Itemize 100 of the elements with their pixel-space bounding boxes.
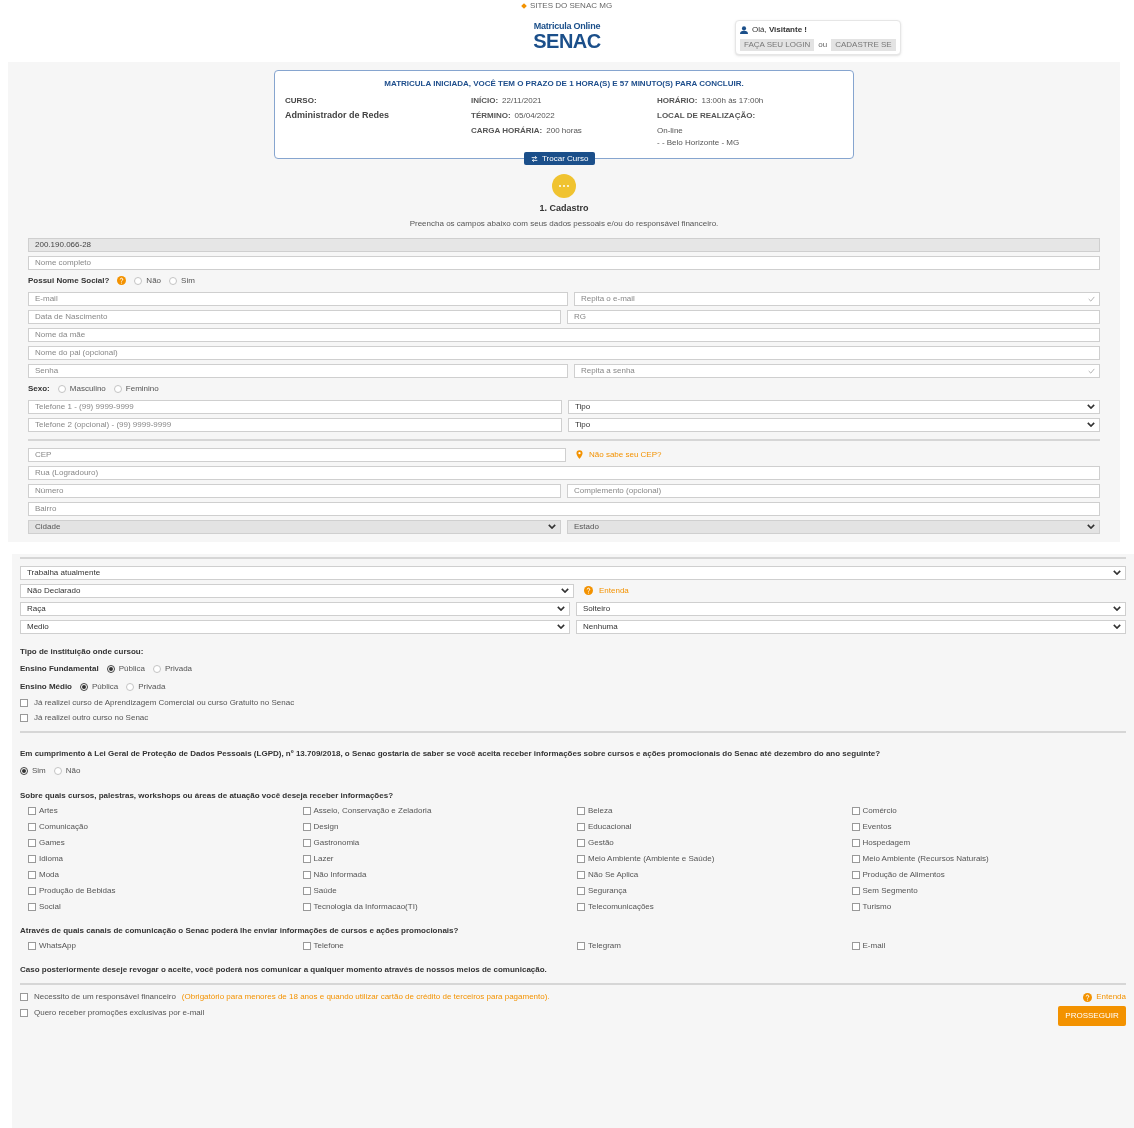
checkbox[interactable] <box>302 942 311 950</box>
checkbox[interactable] <box>20 699 28 707</box>
checkbox[interactable] <box>577 839 585 847</box>
select-field[interactable]: Nenhuma <box>576 619 1126 634</box>
checkbox[interactable] <box>302 887 311 895</box>
radio-button[interactable] <box>80 682 88 691</box>
text-field[interactable]: Nome da mãe <box>28 327 1100 342</box>
checkbox[interactable] <box>851 871 860 879</box>
checkbox-label: Não Informada <box>313 869 367 881</box>
checkbox[interactable] <box>20 993 28 1001</box>
checkbox[interactable] <box>851 807 860 815</box>
checkbox[interactable] <box>577 903 585 911</box>
checkbox-label: Telegram <box>588 940 621 952</box>
select-field[interactable]: Trabalha atualmente <box>20 565 1126 580</box>
chevron-icon <box>557 624 565 629</box>
checkbox[interactable] <box>577 871 585 879</box>
select-field[interactable]: Solteiro <box>576 601 1126 616</box>
checkbox[interactable] <box>851 942 860 950</box>
checkbox-label: Beleza <box>588 805 613 817</box>
select-field[interactable]: Raça <box>20 601 570 616</box>
checkbox-label: Saúde <box>313 885 337 897</box>
text-field[interactable]: Bairro <box>28 501 1100 516</box>
checkbox-label: Artes <box>39 805 58 817</box>
checkbox[interactable] <box>851 839 860 847</box>
step-icon <box>552 174 576 198</box>
text-field[interactable]: Complemento (opcional) <box>567 483 1100 498</box>
select-field[interactable]: Medio <box>20 619 570 634</box>
text-field[interactable]: Telefone 1 - (99) 9999-9999 <box>28 399 562 414</box>
text-field[interactable]: Rua (Logradouro) <box>28 465 1100 480</box>
checkbox-label: Gastronomia <box>313 837 360 849</box>
text-field[interactable]: Senha <box>28 363 568 378</box>
checkbox[interactable] <box>302 839 311 847</box>
checkbox-label: Comunicação <box>39 821 88 833</box>
login-button[interactable]: FAÇA SEU LOGIN <box>740 39 815 51</box>
register-button[interactable]: CADASTRE SE <box>831 39 896 51</box>
checkbox[interactable] <box>20 714 28 722</box>
question-text: Caso posteriormente deseje revogar o aceite, você poderá nos comunicar a qualquer momento através de nossos meios de comunicação. <box>20 963 548 976</box>
checkbox[interactable] <box>577 807 585 815</box>
checkbox[interactable] <box>577 942 585 950</box>
radio-label: Pública <box>118 662 145 675</box>
detail-label: LOCAL DE REALIZAÇÃO: <box>657 110 757 122</box>
greeting-text: Olá, Visitante ! <box>752 24 807 36</box>
checkbox[interactable] <box>302 855 311 863</box>
checkbox-label: Eventos <box>862 821 892 833</box>
swap-icon <box>531 155 538 162</box>
checkbox[interactable] <box>28 839 36 847</box>
checkbox[interactable] <box>302 903 311 911</box>
radio-label: Feminino <box>125 382 159 395</box>
checkbox-label: Turismo <box>862 901 892 913</box>
checkbox[interactable] <box>28 942 36 950</box>
checkbox[interactable] <box>577 887 585 895</box>
select-field[interactable]: Tipo <box>568 417 1100 432</box>
radio-label: Privada <box>138 680 166 693</box>
chevron-icon <box>1087 422 1095 427</box>
checkbox[interactable] <box>28 823 36 831</box>
checkbox[interactable] <box>851 903 860 911</box>
text-field[interactable]: Nome do pai (opcional) <box>28 345 1100 360</box>
text-field[interactable]: Repita a senha <box>574 363 1100 378</box>
detail-value: 13:00h às 17:00h <box>701 95 764 107</box>
checkbox[interactable] <box>28 855 36 863</box>
checkbox[interactable] <box>302 807 311 815</box>
checkbox[interactable] <box>28 903 36 911</box>
select-field[interactable]: Tipo <box>568 399 1100 414</box>
checkbox-label: Segurança <box>588 885 627 897</box>
checkbox-label: Telefone <box>313 940 344 952</box>
checkbox[interactable] <box>851 855 860 863</box>
course-label: CURSO: <box>285 95 318 107</box>
question-text: Através de quais canais de comunicação o Senac poderá lhe enviar informações de cursos e ações promocionais? <box>20 924 460 937</box>
checkbox-label: Gestão <box>588 837 614 849</box>
checkbox[interactable] <box>577 823 585 831</box>
checkbox[interactable] <box>28 871 36 879</box>
chevron-icon <box>1087 404 1095 409</box>
select-field[interactable]: Não Declarado <box>20 583 574 598</box>
checkmark-icon <box>1088 367 1095 374</box>
checkbox[interactable] <box>577 855 585 863</box>
question-text: Sobre quais cursos, palestras, workshops ou áreas de atuação você deseja receber informações? <box>20 789 395 802</box>
text-field[interactable]: Data de Nascimento <box>28 309 561 324</box>
checkbox-label: Design <box>313 821 339 833</box>
top-link[interactable]: SITES DO SENAC MG <box>529 0 613 12</box>
help-icon <box>584 586 593 595</box>
detail-label: HORÁRIO: <box>657 95 698 107</box>
text-field[interactable]: Telefone 2 (opcional) - (99) 9999-9999 <box>28 417 562 432</box>
text-field[interactable]: E-mail <box>28 291 568 306</box>
change-course-button[interactable]: Trocar Curso <box>524 152 596 165</box>
radio-button[interactable] <box>20 766 28 775</box>
checkbox[interactable] <box>20 1009 28 1017</box>
text-field[interactable]: Nome completo <box>28 255 1100 270</box>
checkbox[interactable] <box>851 823 860 831</box>
location-pin-icon <box>576 450 583 459</box>
radio-button[interactable] <box>106 664 115 673</box>
checkbox[interactable] <box>302 871 311 879</box>
checkbox[interactable] <box>28 887 36 895</box>
checkbox[interactable] <box>851 887 860 895</box>
checkbox[interactable] <box>28 807 36 815</box>
text-field[interactable]: Repita o e-mail <box>574 291 1100 306</box>
step-description: Preencha os campos abaixo com seus dados pessoais e/ou do responsável financeiro. <box>409 217 719 230</box>
text-field[interactable]: RG <box>567 309 1100 324</box>
text-field[interactable]: CEP <box>28 447 566 462</box>
text-field[interactable]: Número <box>28 483 561 498</box>
checkbox[interactable] <box>302 823 311 831</box>
